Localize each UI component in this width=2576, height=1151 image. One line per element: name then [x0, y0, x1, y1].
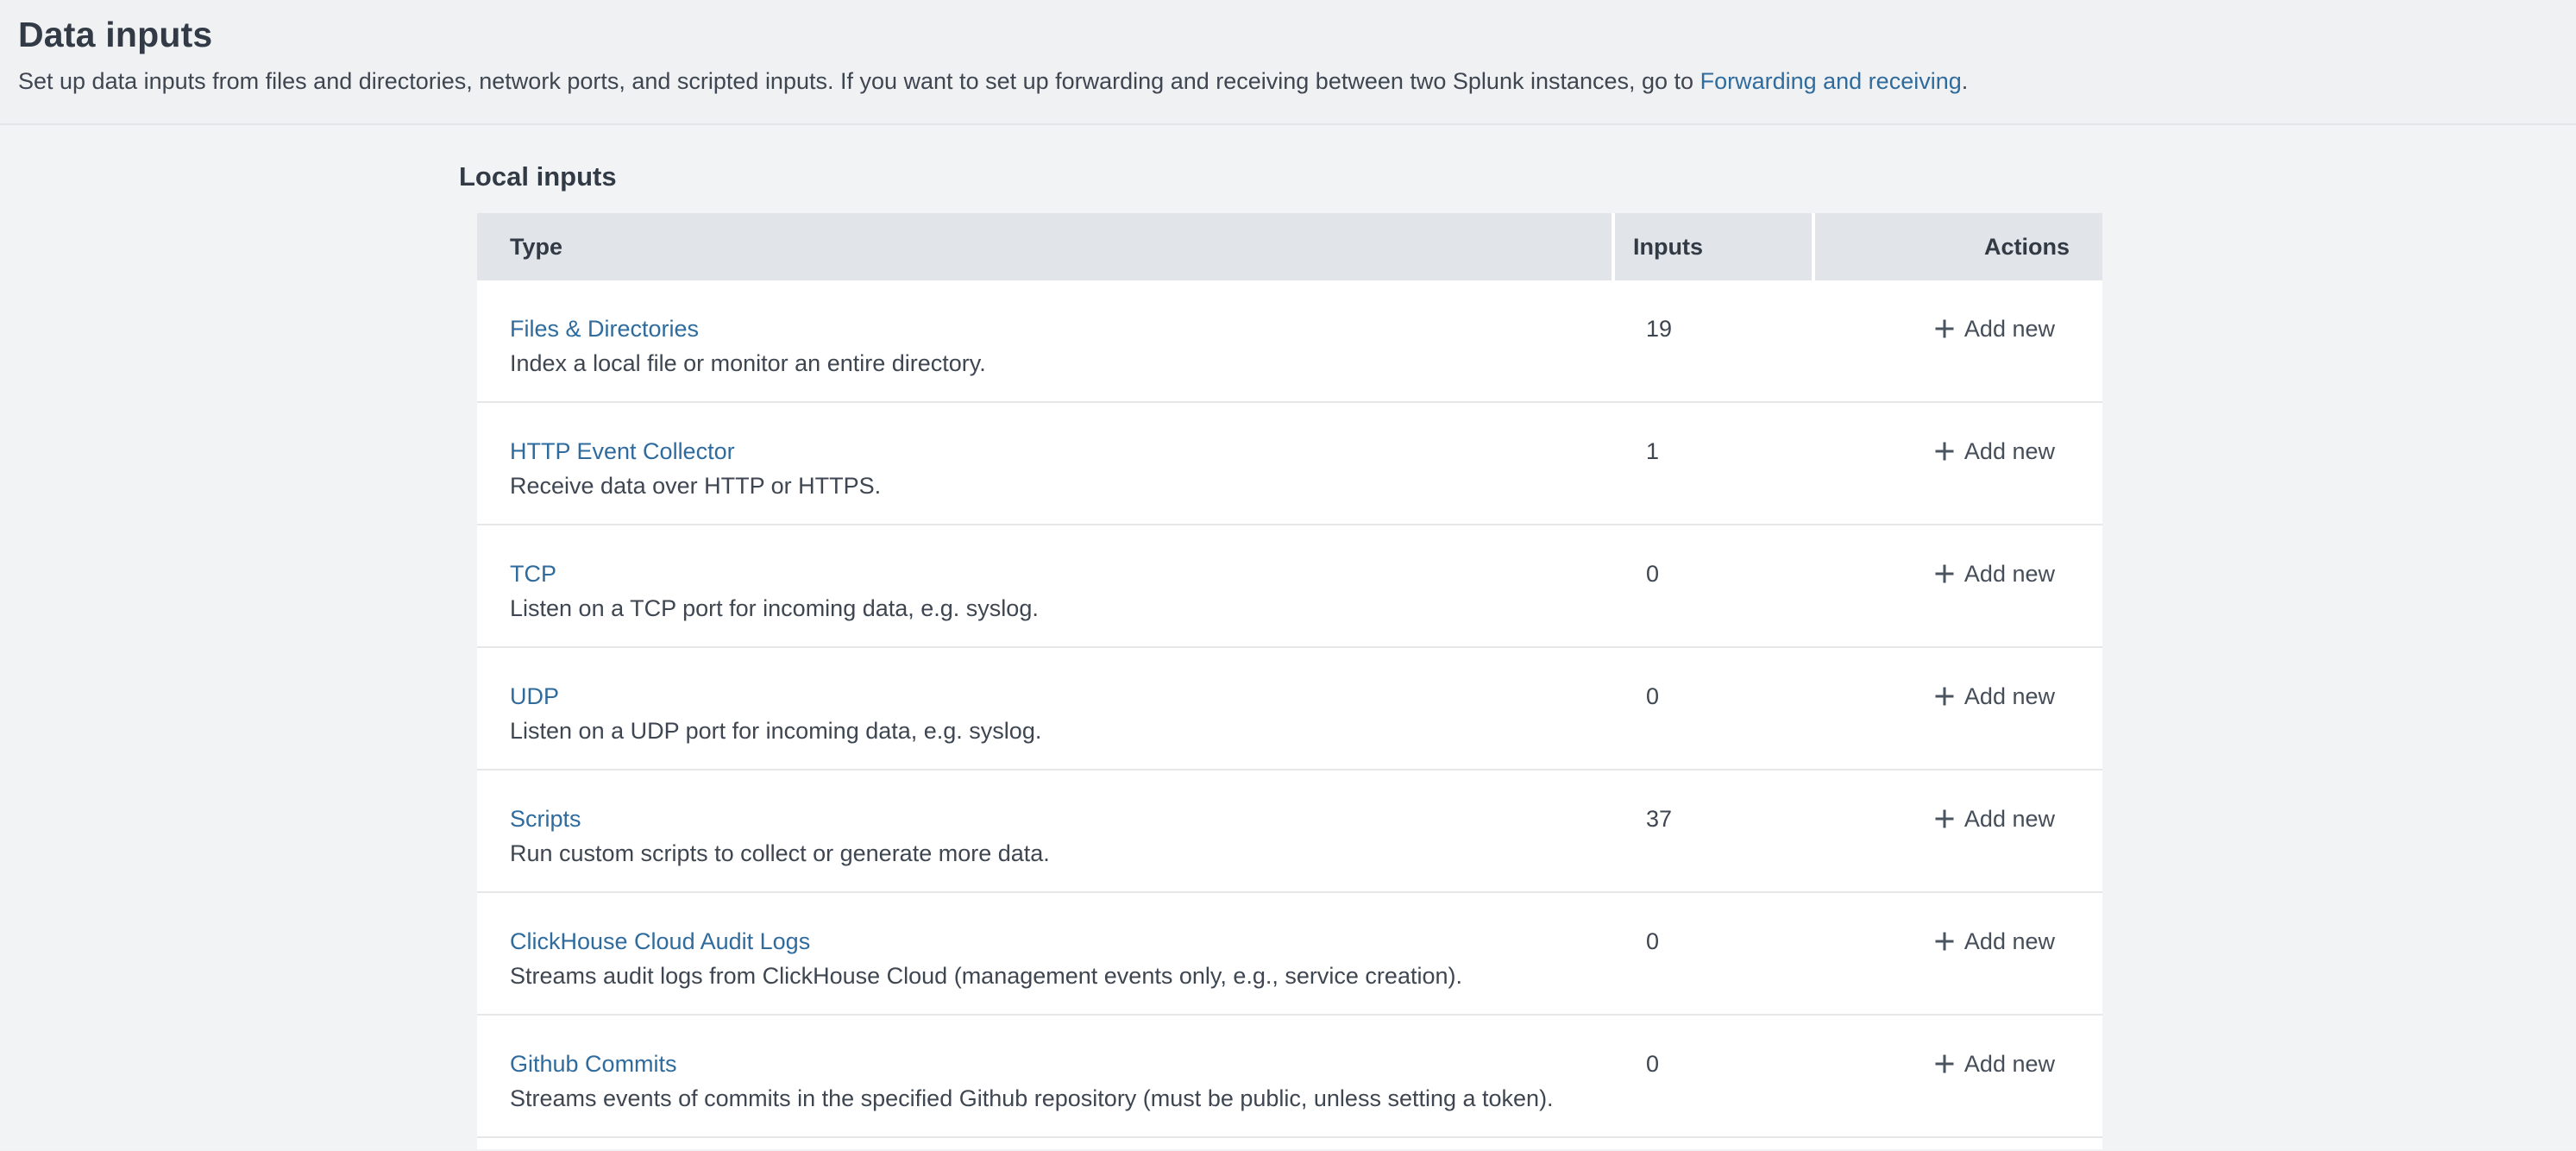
- inputs-count: 0: [1646, 561, 1659, 587]
- add-new-label: Add new: [1964, 683, 2055, 710]
- actions-cell: Add new: [1815, 525, 2102, 646]
- next-row-partial: [477, 1138, 2102, 1149]
- inputs-count-cell: 0: [1615, 893, 1815, 1014]
- inputs-count: 0: [1646, 1051, 1659, 1077]
- plus-icon: [1933, 1053, 1956, 1075]
- add-new-label: Add new: [1964, 806, 2055, 833]
- inputs-count: 19: [1646, 316, 1672, 342]
- inputs-count: 1: [1646, 438, 1659, 464]
- page-subtitle-text: Set up data inputs from files and direct…: [18, 68, 1700, 94]
- type-cell: UDP Listen on a UDP port for incoming da…: [477, 648, 1615, 769]
- plus-icon: [1933, 685, 1956, 708]
- type-cell: ClickHouse Cloud Audit Logs Streams audi…: [477, 893, 1615, 1014]
- input-type-description: Run custom scripts to collect or generat…: [510, 836, 1615, 871]
- column-header-inputs: Inputs: [1615, 213, 1812, 280]
- input-type-description: Listen on a UDP port for incoming data, …: [510, 714, 1615, 748]
- input-type-description: Streams audit logs from ClickHouse Cloud…: [510, 959, 1615, 993]
- actions-cell: Add new: [1815, 280, 2102, 401]
- input-type-link[interactable]: UDP: [510, 679, 559, 714]
- type-cell: Files & Directories Index a local file o…: [477, 280, 1615, 401]
- input-type-description: Streams events of commits in the specifi…: [510, 1081, 1615, 1116]
- add-new-label: Add new: [1964, 438, 2055, 465]
- inputs-count-cell: 19: [1615, 280, 1815, 401]
- table-row: ClickHouse Cloud Audit Logs Streams audi…: [477, 893, 2102, 1016]
- inputs-count-cell: 37: [1615, 770, 1815, 891]
- table-row: UDP Listen on a UDP port for incoming da…: [477, 648, 2102, 770]
- add-new-label: Add new: [1964, 561, 2055, 588]
- add-new-button[interactable]: Add new: [1933, 924, 2055, 959]
- page-subtitle-suffix: .: [1962, 68, 1969, 94]
- table-row: TCP Listen on a TCP port for incoming da…: [477, 525, 2102, 648]
- table-row: HTTP Event Collector Receive data over H…: [477, 403, 2102, 525]
- add-new-label: Add new: [1964, 1051, 2055, 1078]
- type-cell: TCP Listen on a TCP port for incoming da…: [477, 525, 1615, 646]
- input-type-link[interactable]: HTTP Event Collector: [510, 434, 735, 469]
- page-subtitle: Set up data inputs from files and direct…: [18, 66, 2555, 96]
- input-type-description: Listen on a TCP port for incoming data, …: [510, 591, 1615, 626]
- plus-icon: [1933, 563, 1956, 585]
- type-cell: Scripts Run custom scripts to collect or…: [477, 770, 1615, 891]
- local-inputs-table: Type Inputs Actions Files & Directories …: [477, 213, 2102, 1149]
- add-new-button[interactable]: Add new: [1933, 679, 2055, 714]
- add-new-button[interactable]: Add new: [1933, 1047, 2055, 1081]
- actions-cell: Add new: [1815, 770, 2102, 891]
- page-header: Data inputs Set up data inputs from file…: [0, 0, 2576, 125]
- actions-cell: Add new: [1815, 893, 2102, 1014]
- inputs-count: 0: [1646, 928, 1659, 954]
- inputs-count: 0: [1646, 683, 1659, 709]
- input-type-description: Receive data over HTTP or HTTPS.: [510, 469, 1615, 503]
- column-header-type: Type: [477, 213, 1612, 280]
- table-row: Scripts Run custom scripts to collect or…: [477, 770, 2102, 893]
- input-type-link[interactable]: Github Commits: [510, 1047, 677, 1081]
- actions-cell: Add new: [1815, 1016, 2102, 1136]
- table-row: Github Commits Streams events of commits…: [477, 1016, 2102, 1138]
- add-new-label: Add new: [1964, 928, 2055, 955]
- inputs-count-cell: 1: [1615, 403, 1815, 524]
- input-type-description: Index a local file or monitor an entire …: [510, 346, 1615, 381]
- input-type-link[interactable]: Files & Directories: [510, 311, 699, 346]
- type-cell: Github Commits Streams events of commits…: [477, 1016, 1615, 1136]
- add-new-button[interactable]: Add new: [1933, 434, 2055, 469]
- add-new-button[interactable]: Add new: [1933, 557, 2055, 591]
- inputs-count-cell: 0: [1615, 525, 1815, 646]
- add-new-label: Add new: [1964, 316, 2055, 343]
- plus-icon: [1933, 930, 1956, 953]
- main-content: Local inputs Type Inputs Actions Files &…: [0, 125, 2576, 1149]
- actions-cell: Add new: [1815, 403, 2102, 524]
- table-body: Files & Directories Index a local file o…: [477, 280, 2102, 1138]
- table-header-row: Type Inputs Actions: [477, 213, 2102, 280]
- input-type-link[interactable]: TCP: [510, 557, 556, 591]
- table-row: Files & Directories Index a local file o…: [477, 280, 2102, 403]
- inputs-count-cell: 0: [1615, 1016, 1815, 1136]
- plus-icon: [1933, 440, 1956, 462]
- plus-icon: [1933, 318, 1956, 340]
- type-cell: HTTP Event Collector Receive data over H…: [477, 403, 1615, 524]
- input-type-link[interactable]: ClickHouse Cloud Audit Logs: [510, 924, 810, 959]
- add-new-button[interactable]: Add new: [1933, 802, 2055, 836]
- local-inputs-heading: Local inputs: [459, 125, 2576, 193]
- add-new-button[interactable]: Add new: [1933, 311, 2055, 346]
- actions-cell: Add new: [1815, 648, 2102, 769]
- inputs-count: 37: [1646, 806, 1672, 832]
- page-title: Data inputs: [18, 13, 2555, 56]
- forwarding-and-receiving-link[interactable]: Forwarding and receiving: [1700, 68, 1962, 94]
- column-header-actions: Actions: [1815, 213, 2102, 280]
- inputs-count-cell: 0: [1615, 648, 1815, 769]
- input-type-link[interactable]: Scripts: [510, 802, 581, 836]
- plus-icon: [1933, 808, 1956, 830]
